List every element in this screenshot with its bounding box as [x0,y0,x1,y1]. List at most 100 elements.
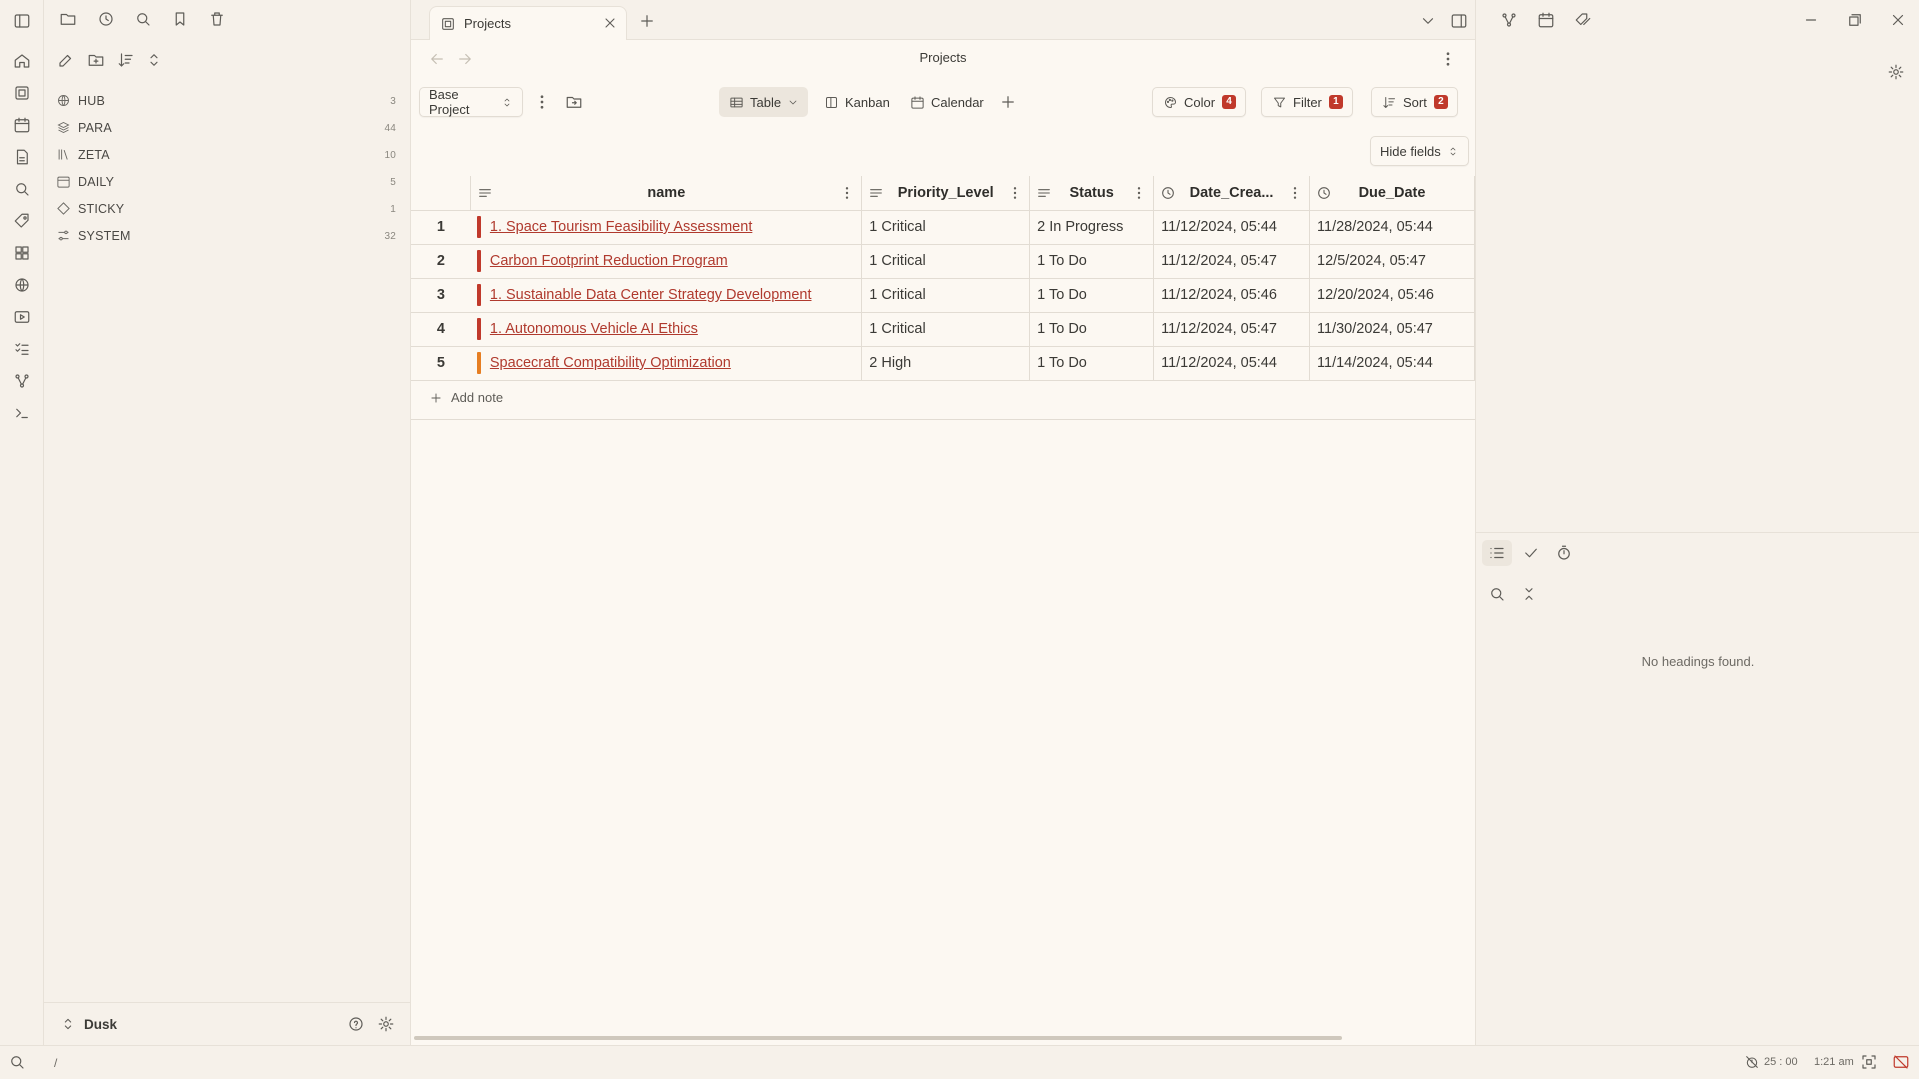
sidebar-toggle-icon[interactable] [11,10,33,32]
sort-button[interactable]: Sort 2 [1371,87,1458,117]
status-cell[interactable]: 2 In Progress [1029,210,1155,245]
base-options-icon[interactable] [532,92,552,112]
status-cell[interactable]: 1 To Do [1029,346,1155,381]
sidebar-right-toggle-icon[interactable] [1449,11,1469,31]
timer-off-icon[interactable] [1744,1054,1760,1070]
color-button[interactable]: Color 4 [1152,87,1247,117]
calendar-icon[interactable] [11,114,33,136]
due-date-cell[interactable]: 11/14/2024, 05:44 [1309,346,1475,381]
open-folder-icon[interactable] [564,92,584,112]
command-input[interactable]: / [54,1056,57,1070]
hide-fields-button[interactable]: Hide fields [1370,136,1469,166]
view-tab-kanban[interactable]: Kanban [814,87,899,117]
graph-icon[interactable] [11,370,33,392]
due-date-cell[interactable]: 12/20/2024, 05:46 [1309,278,1475,313]
sidebar-item-hub[interactable]: HUB 3 [56,89,398,113]
close-window-icon[interactable] [1888,10,1908,30]
due-date-cell[interactable]: 11/30/2024, 05:47 [1309,312,1475,347]
sidebar-item-sticky[interactable]: STICKY 1 [56,197,398,221]
globe-icon[interactable] [11,274,33,296]
note-link[interactable]: Carbon Footprint Reduction Program [490,253,728,269]
date-created-cell[interactable]: 11/12/2024, 05:47 [1153,312,1311,347]
base-select[interactable]: Base Project [419,87,523,117]
table-row[interactable]: 5 Spacecraft Compatibility Optimization … [411,346,1475,381]
priority-cell[interactable]: 2 High [861,346,1031,381]
minimize-icon[interactable] [1801,10,1821,30]
column-menu-icon[interactable] [1131,185,1147,201]
table-row[interactable]: 2 Carbon Footprint Reduction Program 1 C… [411,244,1475,279]
column-menu-icon[interactable] [1287,185,1303,201]
status-cell[interactable]: 1 To Do [1029,278,1155,313]
priority-cell[interactable]: 1 Critical [861,244,1031,279]
restore-icon[interactable] [1845,10,1865,30]
tags-icon[interactable] [1573,10,1593,30]
note-link[interactable]: Spacecraft Compatibility Optimization [490,355,731,371]
view-tab-table[interactable]: Table [719,87,809,117]
column-menu-icon[interactable] [839,185,855,201]
chevron-down-icon[interactable] [1418,11,1438,31]
slides-icon[interactable] [11,306,33,328]
add-note-button[interactable]: Add note [429,390,503,405]
graph-icon[interactable] [1499,10,1519,30]
folder-icon[interactable] [58,9,78,29]
table-row[interactable]: 3 1. Sustainable Data Center Strategy De… [411,278,1475,313]
tab-projects[interactable]: Projects [429,6,627,40]
note-link[interactable]: 1. Autonomous Vehicle AI Ethics [490,321,698,337]
sidebar-item-system[interactable]: SYSTEM 32 [56,224,398,248]
search-icon[interactable] [133,9,153,29]
column-menu-icon[interactable] [1007,185,1023,201]
terminal-icon[interactable] [11,402,33,424]
screenshot-icon[interactable] [1860,1053,1878,1071]
column-header-priority[interactable]: Priority_Level [861,176,1031,211]
collapse-all-icon[interactable] [1519,584,1539,604]
pages-icon[interactable] [11,82,33,104]
sidebar-item-para[interactable]: PARA 44 [56,116,398,140]
priority-cell[interactable]: 1 Critical [861,210,1031,245]
priority-cell[interactable]: 1 Critical [861,278,1031,313]
date-created-cell[interactable]: 11/12/2024, 05:47 [1153,244,1311,279]
new-note-icon[interactable] [56,50,76,70]
more-options-icon[interactable] [1438,49,1458,69]
bookmark-icon[interactable] [170,9,190,29]
document-icon[interactable] [11,146,33,168]
date-created-cell[interactable]: 11/12/2024, 05:44 [1153,346,1311,381]
dashboard-icon[interactable] [11,242,33,264]
sync-off-icon[interactable] [1892,1053,1910,1071]
add-view-icon[interactable] [998,92,1018,112]
due-date-cell[interactable]: 11/28/2024, 05:44 [1309,210,1475,245]
due-date-cell[interactable]: 12/5/2024, 05:47 [1309,244,1475,279]
column-header-date-created[interactable]: Date_Crea... [1153,176,1311,211]
tag-icon[interactable] [11,210,33,232]
table-row[interactable]: 1 1. Space Tourism Feasibility Assessmen… [411,210,1475,245]
column-header-due-date[interactable]: Due_Date [1309,176,1475,211]
filter-button[interactable]: Filter 1 [1261,87,1353,117]
outline-list-icon[interactable] [1487,543,1507,563]
collapse-all-icon[interactable] [144,50,164,70]
search-icon[interactable] [1487,584,1507,604]
new-folder-icon[interactable] [86,50,106,70]
column-header-name[interactable]: name [470,176,863,211]
search-icon[interactable] [11,178,33,200]
settings-gear-icon[interactable] [1886,62,1906,82]
sidebar-item-daily[interactable]: DAILY 5 [56,170,398,194]
date-created-cell[interactable]: 11/12/2024, 05:46 [1153,278,1311,313]
vault-switcher[interactable]: Dusk [44,1002,410,1045]
checkmark-icon[interactable] [1521,543,1541,563]
view-tab-calendar[interactable]: Calendar [900,87,993,117]
new-tab-icon[interactable] [637,11,657,31]
trash-icon[interactable] [207,9,227,29]
note-link[interactable]: 1. Space Tourism Feasibility Assessment [490,219,752,235]
calendar-icon[interactable] [1536,10,1556,30]
table-row[interactable]: 4 1. Autonomous Vehicle AI Ethics 1 Crit… [411,312,1475,347]
tasks-icon[interactable] [11,338,33,360]
clock-icon[interactable] [96,9,116,29]
help-icon[interactable] [346,1014,366,1034]
sort-icon[interactable] [116,50,136,70]
search-icon[interactable] [8,1053,26,1071]
sidebar-item-zeta[interactable]: ZETA 10 [56,143,398,167]
home-icon[interactable] [11,50,33,72]
close-icon[interactable] [602,15,618,31]
status-cell[interactable]: 1 To Do [1029,244,1155,279]
horizontal-scrollbar[interactable] [414,1036,1342,1040]
date-created-cell[interactable]: 11/12/2024, 05:44 [1153,210,1311,245]
